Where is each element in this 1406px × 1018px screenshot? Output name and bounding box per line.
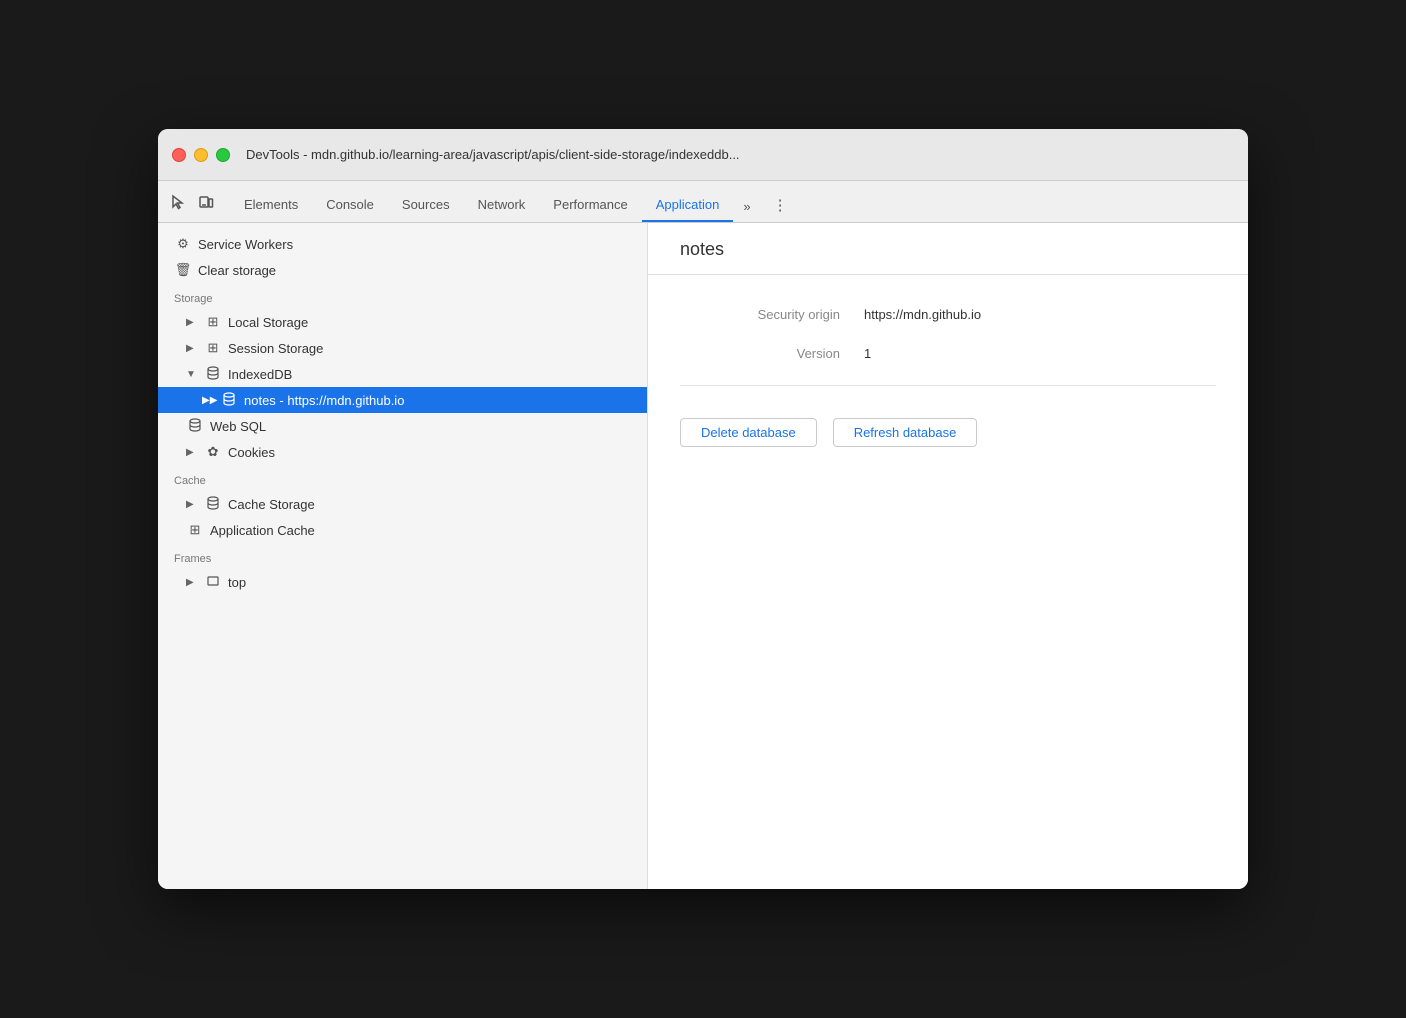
divider — [680, 385, 1216, 386]
content-body: Security origin https://mdn.github.io Ve… — [648, 275, 1248, 479]
cookies-icon: ✿ — [204, 444, 222, 460]
main-content: ⚙ Service Workers 🗑 Clear storage Storag… — [158, 223, 1248, 889]
version-label: Version — [680, 346, 840, 361]
sidebar: ⚙ Service Workers 🗑 Clear storage Storag… — [158, 223, 648, 889]
notes-db-icon — [220, 392, 238, 409]
session-storage-label: Session Storage — [228, 341, 323, 356]
notes-db-arrow: ▶ — [202, 395, 214, 406]
clear-storage-label: Clear storage — [198, 263, 276, 278]
toolbar-icons — [166, 190, 218, 222]
titlebar: DevTools - mdn.github.io/learning-area/j… — [158, 129, 1248, 181]
security-origin-row: Security origin https://mdn.github.io — [680, 307, 1216, 322]
session-storage-arrow — [186, 343, 198, 354]
session-storage-icon: ⊞ — [204, 340, 222, 356]
indexeddb-label: IndexedDB — [228, 367, 292, 382]
sidebar-item-local-storage[interactable]: ⊞ Local Storage — [158, 309, 647, 335]
content-header: notes — [648, 223, 1248, 275]
cursor-icon[interactable] — [166, 190, 190, 214]
security-origin-value: https://mdn.github.io — [864, 307, 981, 322]
minimize-button[interactable] — [194, 148, 208, 162]
local-storage-label: Local Storage — [228, 315, 308, 330]
tab-sources[interactable]: Sources — [388, 189, 464, 222]
delete-database-button[interactable]: Delete database — [680, 418, 817, 447]
gear-icon: ⚙ — [174, 236, 192, 252]
local-storage-icon: ⊞ — [204, 314, 222, 330]
sidebar-item-top-frame[interactable]: top — [158, 569, 647, 595]
tab-network[interactable]: Network — [464, 189, 540, 222]
sidebar-item-application-cache[interactable]: ⊞ Application Cache — [158, 517, 647, 543]
tabsbar: Elements Console Sources Network Perform… — [158, 181, 1248, 223]
device-icon[interactable] — [194, 190, 218, 214]
security-origin-label: Security origin — [680, 307, 840, 322]
content-title: notes — [680, 239, 1216, 260]
refresh-database-button[interactable]: Refresh database — [833, 418, 978, 447]
tab-application[interactable]: Application — [642, 189, 734, 222]
cache-storage-arrow — [186, 499, 198, 510]
sidebar-item-clear-storage[interactable]: 🗑 Clear storage — [158, 257, 647, 283]
trash-icon: 🗑 — [174, 262, 192, 278]
window-title: DevTools - mdn.github.io/learning-area/j… — [246, 147, 1234, 162]
close-button[interactable] — [172, 148, 186, 162]
websql-label: Web SQL — [210, 419, 266, 434]
cache-section-label: Cache — [158, 465, 647, 491]
frames-section-label: Frames — [158, 543, 647, 569]
buttons-row: Delete database Refresh database — [680, 418, 1216, 447]
sidebar-item-notes-db[interactable]: ▶ notes - https://mdn.github.io — [158, 387, 647, 413]
local-storage-arrow — [186, 317, 198, 328]
sidebar-item-websql[interactable]: Web SQL — [158, 413, 647, 439]
notes-db-label: notes - https://mdn.github.io — [244, 393, 404, 408]
version-value: 1 — [864, 346, 871, 361]
version-row: Version 1 — [680, 346, 1216, 361]
devtools-menu-button[interactable]: ⋮ — [765, 188, 796, 222]
tabs-list: Elements Console Sources Network Perform… — [230, 189, 761, 222]
top-frame-arrow — [186, 577, 198, 588]
service-workers-label: Service Workers — [198, 237, 293, 252]
devtools-window: DevTools - mdn.github.io/learning-area/j… — [158, 129, 1248, 889]
storage-section-label: Storage — [158, 283, 647, 309]
sidebar-item-service-workers[interactable]: ⚙ Service Workers — [158, 231, 647, 257]
sidebar-item-session-storage[interactable]: ⊞ Session Storage — [158, 335, 647, 361]
application-cache-label: Application Cache — [210, 523, 315, 538]
cookies-arrow — [186, 447, 198, 458]
sidebar-item-cache-storage[interactable]: Cache Storage — [158, 491, 647, 517]
cache-storage-icon — [204, 496, 222, 513]
top-frame-label: top — [228, 575, 246, 590]
cookies-label: Cookies — [228, 445, 275, 460]
frame-icon — [204, 574, 222, 591]
maximize-button[interactable] — [216, 148, 230, 162]
indexeddb-arrow — [186, 369, 198, 380]
content-panel: notes Security origin https://mdn.github… — [648, 223, 1248, 889]
more-tabs-button[interactable]: » — [733, 191, 760, 222]
traffic-lights — [172, 148, 230, 162]
tab-performance[interactable]: Performance — [539, 189, 641, 222]
tab-console[interactable]: Console — [312, 189, 388, 222]
sidebar-item-cookies[interactable]: ✿ Cookies — [158, 439, 647, 465]
indexeddb-icon — [204, 366, 222, 383]
websql-icon — [186, 418, 204, 435]
application-cache-icon: ⊞ — [186, 522, 204, 538]
tab-elements[interactable]: Elements — [230, 189, 312, 222]
sidebar-item-indexeddb[interactable]: IndexedDB — [158, 361, 647, 387]
cache-storage-label: Cache Storage — [228, 497, 315, 512]
